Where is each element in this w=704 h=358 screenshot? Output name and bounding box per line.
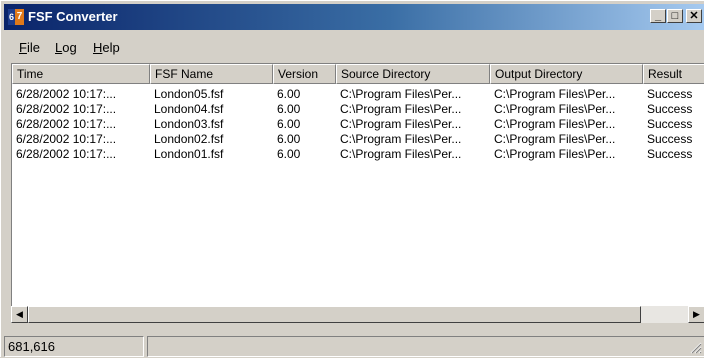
- cell-source-directory: C:\Program Files\Per...: [340, 132, 462, 146]
- menu-help-hotkey: H: [93, 40, 103, 55]
- minimize-button[interactable]: _: [650, 9, 666, 23]
- cell-output-directory: C:\Program Files\Per...: [494, 102, 616, 116]
- scroll-right-arrow-icon[interactable]: ▶: [688, 306, 704, 323]
- status-coordinates: 681,616: [4, 336, 144, 357]
- cell-source-directory: C:\Program Files\Per...: [340, 117, 462, 131]
- cell-version: 6.00: [277, 132, 301, 146]
- cell-source-directory: C:\Program Files\Per...: [340, 87, 462, 101]
- column-header-result[interactable]: Result: [643, 64, 704, 84]
- menu-file[interactable]: File: [19, 40, 40, 55]
- title-bar[interactable]: 6 7 FSF Converter _ □ ✕: [4, 4, 704, 30]
- cell-fsf-name: London03.fsf: [154, 117, 224, 131]
- table-row[interactable]: 6/28/2002 10:17:... London04.fsf 6.00 C:\Pr…: [12, 101, 704, 117]
- menu-file-hotkey: F: [19, 40, 27, 55]
- cell-result: Success: [647, 117, 693, 131]
- cell-version: 6.00: [277, 87, 301, 101]
- cell-time: 6/28/2002 10:17:...: [16, 102, 117, 116]
- table-row[interactable]: 6/28/2002 10:17:... London05.fsf 6.00 C:\Pr…: [12, 86, 704, 102]
- cell-source-directory: C:\Program Files\Per...: [340, 102, 462, 116]
- cell-time: 6/28/2002 10:17:...: [16, 117, 117, 131]
- cell-output-directory: C:\Program Files\Per...: [494, 132, 616, 146]
- scroll-left-arrow-icon[interactable]: ◀: [11, 306, 28, 323]
- list-header: Time FSF Name Version Source Directory O…: [12, 64, 704, 84]
- log-list-view[interactable]: Time FSF Name Version Source Directory O…: [11, 63, 704, 323]
- resize-grip-icon[interactable]: [690, 342, 702, 354]
- column-header-version[interactable]: Version: [273, 64, 336, 84]
- menu-log-label: og: [62, 40, 77, 55]
- cell-output-directory: C:\Program Files\Per...: [494, 147, 616, 161]
- cell-result: Success: [647, 87, 693, 101]
- close-button[interactable]: ✕: [686, 9, 702, 23]
- app-icon-digit-right: 7: [15, 9, 24, 25]
- cell-source-directory: C:\Program Files\Per...: [340, 147, 462, 161]
- menu-help-label: elp: [102, 40, 120, 55]
- window-title: FSF Converter: [28, 9, 118, 24]
- cell-result: Success: [647, 147, 693, 161]
- column-header-source-directory[interactable]: Source Directory: [336, 64, 490, 84]
- cell-result: Success: [647, 102, 693, 116]
- column-header-fsf-name[interactable]: FSF Name: [150, 64, 273, 84]
- main-window: 6 7 FSF Converter _ □ ✕ File Log Help Ti…: [0, 0, 704, 357]
- cell-time: 6/28/2002 10:17:...: [16, 87, 117, 101]
- table-row[interactable]: 6/28/2002 10:17:... London03.fsf 6.00 C:\Pr…: [12, 116, 704, 132]
- cell-time: 6/28/2002 10:17:...: [16, 147, 117, 161]
- status-bar: 681,616: [1, 334, 704, 358]
- app-icon[interactable]: 6 7: [8, 9, 24, 25]
- cell-result: Success: [647, 132, 693, 146]
- cell-output-directory: C:\Program Files\Per...: [494, 87, 616, 101]
- cell-fsf-name: London02.fsf: [154, 132, 224, 146]
- scrollbar-thumb[interactable]: [28, 306, 641, 323]
- column-header-time[interactable]: Time: [12, 64, 150, 84]
- cell-fsf-name: London05.fsf: [154, 87, 224, 101]
- cell-output-directory: C:\Program Files\Per...: [494, 117, 616, 131]
- cell-fsf-name: London04.fsf: [154, 102, 224, 116]
- cell-fsf-name: London01.fsf: [154, 147, 224, 161]
- table-row[interactable]: 6/28/2002 10:17:... London01.fsf 6.00 C:\Pr…: [12, 146, 704, 162]
- status-pane-empty: [147, 336, 704, 357]
- cell-version: 6.00: [277, 102, 301, 116]
- column-header-output-directory[interactable]: Output Directory: [490, 64, 643, 84]
- horizontal-scrollbar[interactable]: ◀ ▶: [11, 306, 704, 323]
- cell-time: 6/28/2002 10:17:...: [16, 132, 117, 146]
- menu-file-label: ile: [26, 40, 40, 55]
- menu-help[interactable]: Help: [93, 40, 120, 55]
- maximize-button[interactable]: □: [667, 9, 683, 23]
- cell-version: 6.00: [277, 147, 301, 161]
- table-row[interactable]: 6/28/2002 10:17:... London02.fsf 6.00 C:\Pr…: [12, 131, 704, 147]
- app-icon-digit-left: 6: [8, 9, 15, 25]
- cell-version: 6.00: [277, 117, 301, 131]
- menu-log[interactable]: Log: [55, 40, 77, 55]
